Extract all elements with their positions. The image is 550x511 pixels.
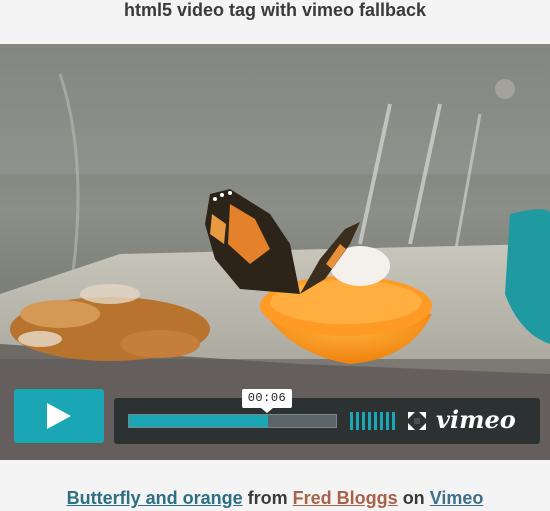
progress-fill bbox=[129, 415, 268, 427]
caption-from-text: from bbox=[247, 488, 288, 508]
control-bar: vimeo bbox=[114, 398, 540, 444]
play-icon bbox=[47, 403, 71, 429]
page-title: html5 video tag with vimeo fallback bbox=[123, 0, 427, 20]
video-caption: Butterfly and orange from Fred Bloggs on… bbox=[0, 486, 550, 510]
video-player[interactable]: vimeo 00:06 bbox=[0, 44, 550, 460]
caption-on-text: on bbox=[402, 488, 425, 508]
fullscreen-glyph bbox=[408, 412, 426, 430]
vimeo-site-link[interactable]: Vimeo bbox=[430, 488, 484, 508]
play-button[interactable] bbox=[14, 389, 104, 443]
current-time-tooltip: 00:06 bbox=[242, 389, 292, 413]
video-title-link[interactable]: Butterfly and orange bbox=[67, 488, 243, 508]
progress-bar[interactable] bbox=[128, 414, 337, 428]
vimeo-logo[interactable]: vimeo bbox=[436, 404, 532, 438]
fullscreen-icon[interactable] bbox=[408, 412, 426, 430]
author-link[interactable]: Fred Bloggs bbox=[293, 488, 398, 508]
volume-bars-icon[interactable] bbox=[350, 412, 398, 430]
